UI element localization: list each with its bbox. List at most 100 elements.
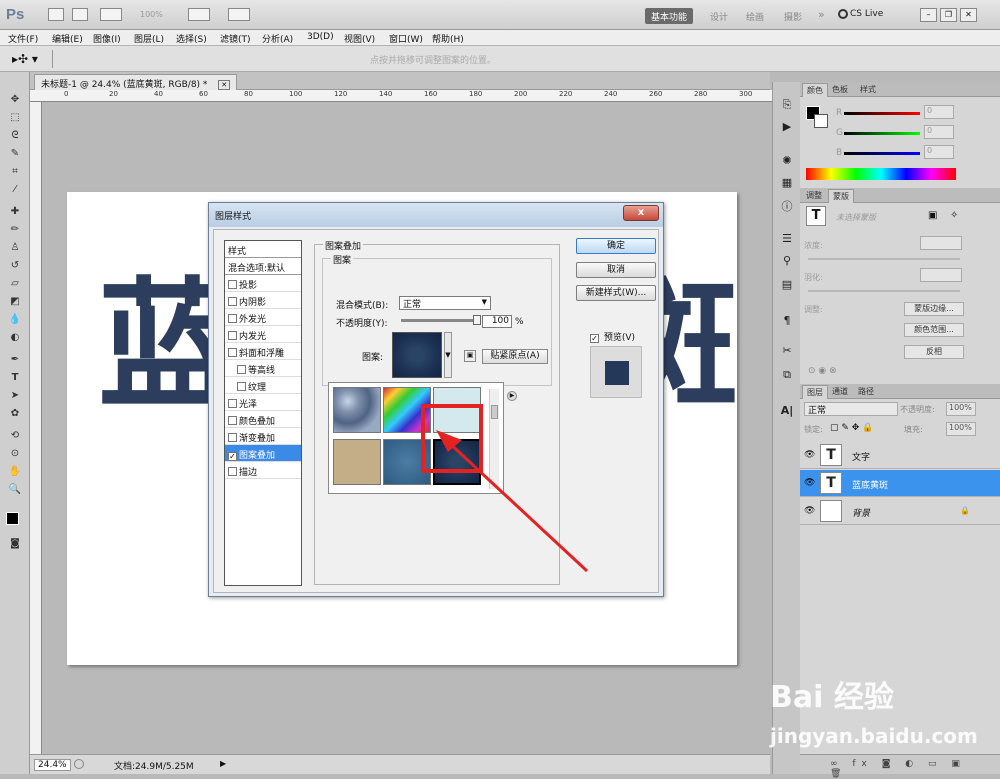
checkbox-icon[interactable] — [228, 416, 237, 425]
checkbox-icon[interactable] — [228, 399, 237, 408]
opacity-field[interactable]: 100 — [482, 315, 512, 328]
checkbox-checked-icon[interactable]: ✓ — [228, 452, 237, 461]
r-value[interactable]: 0 — [924, 105, 954, 119]
dialog-title-bar[interactable]: 图层样式 x — [209, 203, 663, 227]
style-item[interactable]: 斜面和浮雕 — [225, 343, 301, 360]
mask-edge-button[interactable]: 蒙版边缘... — [904, 302, 964, 316]
style-item[interactable]: 内阴影 — [225, 292, 301, 309]
style-item[interactable]: 等高线 — [225, 360, 301, 377]
style-item[interactable]: 光泽 — [225, 394, 301, 411]
workspace-essentials-button[interactable]: 基本功能 — [645, 8, 694, 24]
layer-blend-mode-select[interactable]: 正常 — [804, 402, 898, 416]
workspace-painting-button[interactable]: 绘画 — [740, 8, 770, 24]
brush-tool-icon[interactable]: ✏ — [8, 224, 22, 236]
eyedropper-tool-icon[interactable]: ⁄ — [8, 184, 22, 196]
layer-name[interactable]: 文字 — [852, 450, 870, 463]
3d-orbit-tool-icon[interactable]: ⊙ — [8, 448, 22, 460]
mask-footer-icons[interactable]: ⊙ ◉ ⊗ — [808, 366, 837, 376]
style-item[interactable]: 渐变叠加 — [225, 428, 301, 445]
paint-bucket-tool-icon[interactable]: ◩ — [8, 296, 22, 308]
actions-panel-icon[interactable]: ▶ — [779, 120, 795, 134]
mini-bridge-icon[interactable] — [72, 8, 88, 21]
opacity-slider-handle[interactable] — [473, 315, 481, 325]
tool-presets-icon[interactable]: ⚲ — [779, 254, 795, 268]
blend-mode-select[interactable]: 正常 ▼ — [399, 296, 491, 310]
zoom-tool-icon[interactable]: 🔍 — [8, 484, 22, 496]
picker-menu-icon[interactable]: ▶ — [507, 391, 517, 401]
pattern-bubbles[interactable] — [333, 387, 381, 433]
history-panel-icon[interactable]: ⎘ — [779, 98, 795, 112]
color-spectrum-bar[interactable] — [806, 168, 956, 180]
blur-tool-icon[interactable]: 💧 — [8, 314, 22, 326]
history-brush-tool-icon[interactable]: ↺ — [8, 260, 22, 272]
feather-field[interactable] — [920, 268, 962, 282]
new-style-button[interactable]: 新建样式(W)... — [576, 285, 656, 301]
tab-masks[interactable]: 蒙版 — [828, 189, 854, 203]
ok-button[interactable]: 确定 — [576, 238, 656, 254]
checkbox-icon[interactable] — [237, 382, 246, 391]
info-panel-icon[interactable]: ⓘ — [779, 200, 795, 214]
g-value[interactable]: 0 — [924, 125, 954, 139]
menu-layer[interactable]: 图层(L) — [134, 32, 164, 45]
workspace-design-button[interactable]: 设计 — [704, 8, 734, 24]
tab-swatches[interactable]: 色板 — [828, 83, 852, 97]
cslive-button[interactable]: CS Live — [850, 9, 883, 19]
checkbox-icon[interactable] — [228, 433, 237, 442]
density-slider[interactable] — [808, 258, 960, 260]
color-range-button[interactable]: 颜色范围... — [904, 323, 964, 337]
eraser-tool-icon[interactable]: ▱ — [8, 278, 22, 290]
menu-3d[interactable]: 3D(D) — [307, 32, 334, 42]
style-item[interactable]: 描边 — [225, 462, 301, 479]
character-panel-icon[interactable]: A| — [779, 404, 795, 418]
zoom-level-display[interactable]: 100% — [140, 10, 163, 19]
3d-panel-icon[interactable]: ⧉ — [779, 368, 795, 382]
arrange-documents-icon[interactable] — [188, 8, 210, 21]
vector-mask-icon[interactable]: ✧ — [950, 210, 958, 221]
shape-tool-icon[interactable]: ✿ — [8, 408, 22, 420]
snap-to-origin-button[interactable]: 贴紧原点(A) — [482, 349, 548, 364]
layer-opacity-field[interactable]: 100% — [946, 402, 976, 416]
pattern-swatch[interactable] — [392, 332, 442, 378]
checkbox-icon[interactable] — [228, 348, 237, 357]
clone-stamp-tool-icon[interactable]: ♙ — [8, 242, 22, 254]
layer-name[interactable]: 背景 — [852, 506, 870, 519]
hand-tool-icon[interactable]: ✋ — [8, 466, 22, 478]
workspace-more-button[interactable]: » — [812, 6, 831, 22]
close-button[interactable]: ✕ — [960, 8, 977, 22]
document-tab[interactable]: 未标题-1 @ 24.4% (蓝底黄斑, RGB/8) * ✕ — [34, 74, 238, 90]
lasso-tool-icon[interactable]: ᘓ — [8, 130, 22, 142]
menu-file[interactable]: 文件(F) — [8, 32, 38, 45]
menu-window[interactable]: 窗口(W) — [389, 32, 423, 45]
g-slider[interactable] — [844, 132, 920, 135]
3d-rotate-tool-icon[interactable]: ⟲ — [8, 430, 22, 442]
checkbox-icon[interactable] — [228, 314, 237, 323]
pen-tool-icon[interactable]: ✒ — [8, 354, 22, 366]
fill-field[interactable]: 100% — [946, 422, 976, 436]
foreground-color-swatch[interactable] — [6, 512, 19, 525]
layer-row[interactable]: 👁 背景 🔒 — [800, 498, 1000, 525]
scroll-thumb[interactable] — [491, 405, 498, 419]
notes-icon[interactable]: ▤ — [779, 278, 795, 292]
pixel-mask-icon[interactable]: ▣ — [928, 210, 937, 221]
minimize-button[interactable]: – — [920, 8, 937, 22]
visibility-eye-icon[interactable]: 👁 — [804, 478, 815, 488]
status-icon[interactable] — [74, 759, 84, 769]
healing-brush-tool-icon[interactable]: ✚ — [8, 206, 22, 218]
tab-color[interactable]: 颜色 — [802, 83, 828, 97]
menu-help[interactable]: 帮助(H) — [432, 32, 464, 45]
bg-color-swatch[interactable] — [814, 114, 828, 128]
layer-name[interactable]: 蓝底黄斑 — [852, 478, 888, 491]
tab-styles[interactable]: 样式 — [856, 83, 880, 97]
crop-tool-icon[interactable]: ⌗ — [8, 166, 22, 178]
opacity-slider[interactable] — [401, 315, 481, 325]
menu-select[interactable]: 选择(S) — [176, 32, 207, 45]
visibility-eye-icon[interactable]: 👁 — [804, 506, 815, 516]
tab-paths[interactable]: 路径 — [854, 385, 878, 399]
tools-panel-icon[interactable]: ✂ — [779, 344, 795, 358]
r-slider[interactable] — [844, 112, 920, 115]
tab-adjustments[interactable]: 调整 — [802, 189, 826, 203]
invert-button[interactable]: 反相 — [904, 345, 964, 359]
style-item[interactable]: 外发光 — [225, 309, 301, 326]
layer-row[interactable]: 👁 T 文字 — [800, 442, 1000, 469]
tab-layers[interactable]: 图层 — [802, 385, 828, 399]
